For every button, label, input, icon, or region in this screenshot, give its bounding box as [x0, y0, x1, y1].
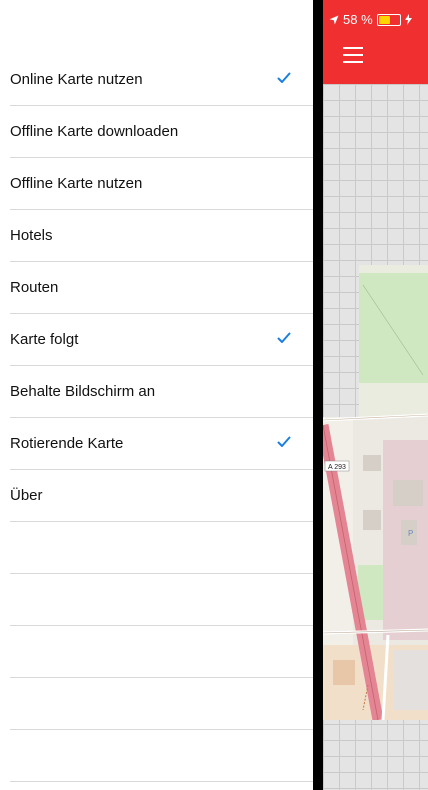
battery-icon — [376, 13, 401, 26]
menu-item[interactable]: Offline Karte downloaden — [10, 106, 313, 158]
hamburger-menu-icon[interactable] — [343, 47, 363, 63]
menu-item-label: Routen — [10, 279, 59, 296]
menu-item-empty — [10, 574, 313, 626]
menu-item-label: Rotierende Karte — [10, 435, 124, 452]
menu-item[interactable]: Hotels — [10, 210, 313, 262]
menu-item-label: Online Karte nutzen — [10, 71, 143, 88]
menu-item[interactable]: Über — [10, 470, 313, 522]
menu-item-label: Offline Karte downloaden — [10, 123, 179, 140]
menu-item-label: Karte folgt — [10, 331, 79, 348]
menu-item[interactable]: Routen — [10, 262, 313, 314]
menu-item-empty — [10, 730, 313, 782]
battery-level — [378, 15, 391, 24]
menu-item[interactable]: Rotierende Karte — [10, 418, 313, 470]
menu-item-label: Über — [10, 487, 43, 504]
checkmark-icon — [277, 332, 291, 343]
menu-item[interactable]: Karte folgt — [10, 314, 313, 366]
checkmark-icon — [277, 72, 291, 83]
map-panel[interactable]: 58 % P A 293 — [323, 0, 428, 790]
menu-item-label: Hotels — [10, 227, 53, 244]
menu-item[interactable]: Online Karte nutzen — [10, 54, 313, 106]
menu-item-empty — [10, 678, 313, 730]
menu-item-label: Offline Karte nutzen — [10, 175, 143, 192]
battery-percentage: 58 % — [343, 12, 373, 27]
map-view[interactable]: P A 293 — [323, 265, 428, 720]
menu-list: Online Karte nutzen Offline Karte downloa… — [0, 54, 313, 782]
menu-item-empty — [10, 626, 313, 678]
status-bar: 58 % — [329, 12, 412, 27]
menu-item[interactable]: Behalte Bildschirm an — [10, 366, 313, 418]
menu-item[interactable]: Offline Karte nutzen — [10, 158, 313, 210]
map-header: 58 % — [323, 0, 428, 84]
checkmark-icon — [277, 436, 291, 447]
panel-divider — [313, 0, 323, 790]
menu-item-empty — [10, 522, 313, 574]
charging-bolt-icon — [404, 14, 412, 25]
side-menu: Online Karte nutzen Offline Karte downloa… — [0, 0, 313, 790]
svg-text:P: P — [408, 529, 413, 538]
location-arrow-icon — [329, 15, 339, 24]
menu-item-label: Behalte Bildschirm an — [10, 383, 156, 400]
road-label-a293: A 293 — [328, 464, 346, 471]
